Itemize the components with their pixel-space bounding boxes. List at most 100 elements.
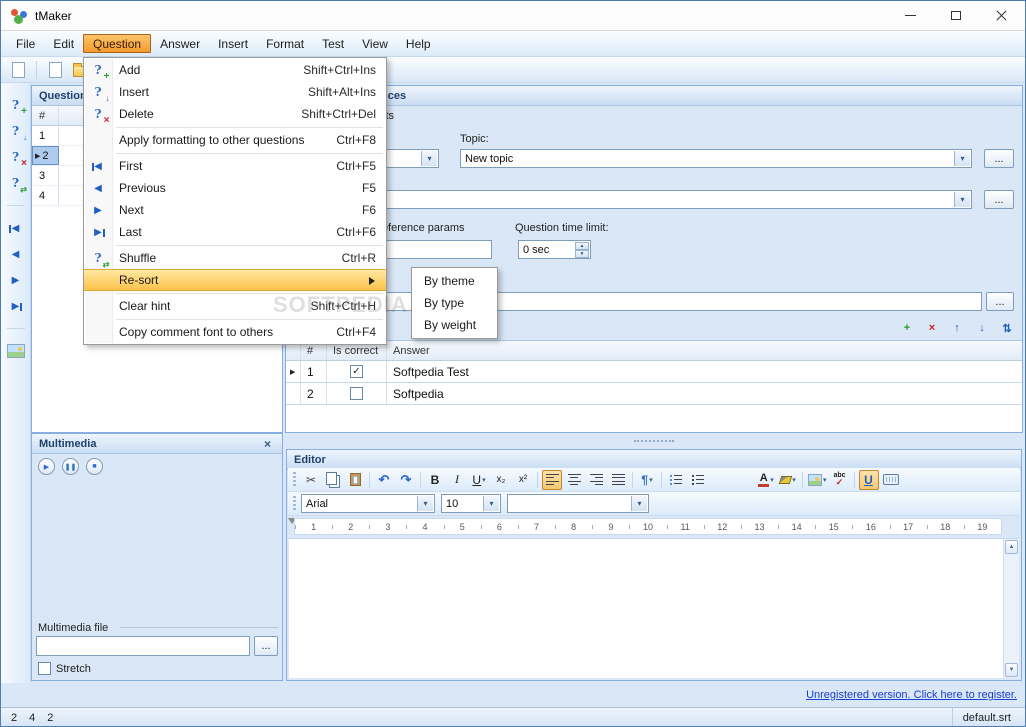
is-correct-checkbox[interactable] [350, 387, 363, 400]
chevron-down-icon[interactable]: ▾ [770, 476, 774, 484]
stop-button[interactable]: ■ [86, 458, 103, 475]
menu-item-apply-formatting[interactable]: Apply formatting to other questions Ctrl… [84, 129, 386, 151]
answer-row[interactable]: 2 Softpedia [286, 383, 1022, 405]
font-family-combo[interactable]: Arial ▾ [301, 494, 435, 513]
menu-format[interactable]: Format [257, 31, 313, 56]
topic-browse-button[interactable]: ... [984, 149, 1014, 168]
menu-help[interactable]: Help [397, 31, 440, 56]
submenu-item-by-theme[interactable]: By theme [412, 270, 497, 292]
answer-row[interactable]: ▶ 1 ✓ Softpedia Test [286, 361, 1022, 383]
multimedia-file-input[interactable] [36, 636, 250, 656]
move-answer-down-button[interactable]: ↓ [973, 319, 991, 337]
menu-edit[interactable]: Edit [44, 31, 83, 56]
insert-question-button[interactable] [6, 121, 26, 141]
close-panel-icon[interactable]: × [260, 437, 275, 451]
previous-question-button[interactable] [6, 244, 26, 264]
underline-toggle-button[interactable]: U [858, 469, 879, 490]
answer-text[interactable]: Softpedia [387, 383, 1022, 404]
minimize-button[interactable] [887, 1, 933, 30]
spell-check-button[interactable] [830, 470, 850, 490]
toolbar-grip[interactable] [293, 495, 296, 512]
menu-question[interactable]: Question [83, 34, 152, 53]
superscript-button[interactable]: x² [513, 470, 533, 490]
italic-button[interactable]: I [447, 470, 467, 490]
menu-insert[interactable]: Insert [209, 31, 257, 56]
chevron-down-icon[interactable]: ▾ [631, 496, 647, 511]
scroll-down-icon[interactable]: ▼ [1005, 663, 1018, 677]
menu-item-copy-comment-font[interactable]: Copy comment font to others Ctrl+F4 [84, 321, 386, 343]
submenu-item-by-type[interactable]: By type [412, 292, 497, 314]
editor-scrollbar[interactable]: ▲ ▼ [1003, 539, 1019, 678]
shuffle-questions-button[interactable] [6, 173, 26, 193]
chevron-down-icon[interactable]: ▾ [482, 476, 486, 484]
chevron-down-icon[interactable]: ▾ [421, 151, 437, 166]
cut-button[interactable]: ✂ [301, 470, 321, 490]
bold-button[interactable]: B [425, 470, 445, 490]
paragraph-marks-button[interactable]: ¶ ▾ [637, 470, 657, 490]
hint-input[interactable] [292, 292, 982, 311]
chevron-down-icon[interactable]: ▾ [954, 151, 970, 166]
undo-button[interactable]: ↶ [374, 470, 394, 490]
underline-button[interactable]: U ▾ [469, 470, 489, 490]
is-correct-checkbox[interactable]: ✓ [350, 365, 363, 378]
menu-item-first[interactable]: First Ctrl+F5 [84, 155, 386, 177]
menu-item-last[interactable]: Last Ctrl+F6 [84, 221, 386, 243]
paste-button[interactable] [345, 470, 365, 490]
menu-view[interactable]: View [353, 31, 397, 56]
hint-browse-button[interactable]: ... [986, 292, 1014, 311]
align-center-button[interactable] [564, 470, 584, 490]
insert-image-button[interactable]: ▾ [807, 470, 828, 490]
menu-item-delete[interactable]: Delete Shift+Ctrl+Del [84, 103, 386, 125]
next-question-button[interactable] [6, 270, 26, 290]
menu-item-clear-hint[interactable]: Clear hint Shift+Ctrl+H [84, 295, 386, 317]
delete-question-button[interactable] [6, 147, 26, 167]
menu-item-previous[interactable]: Previous F5 [84, 177, 386, 199]
chevron-down-icon[interactable]: ▾ [417, 496, 433, 511]
align-right-button[interactable] [586, 470, 606, 490]
sort-answers-button[interactable]: ⇅ [998, 319, 1016, 337]
delete-answer-button[interactable]: × [923, 319, 941, 337]
subscript-button[interactable]: x₂ [491, 470, 511, 490]
menu-item-add[interactable]: Add Shift+Ctrl+Ins [84, 59, 386, 81]
copy-button[interactable] [323, 470, 343, 490]
virtual-keyboard-button[interactable] [881, 470, 901, 490]
move-answer-up-button[interactable]: ↑ [948, 319, 966, 337]
font-size-combo[interactable]: 10 ▾ [441, 494, 501, 513]
submenu-item-by-weight[interactable]: By weight [412, 314, 497, 336]
spin-up-icon[interactable]: ▲ [575, 242, 589, 250]
chevron-down-icon[interactable]: ▾ [823, 476, 827, 484]
font-color-button[interactable]: A ▾ [756, 470, 776, 490]
register-link[interactable]: Unregistered version. Click here to regi… [806, 689, 1017, 701]
menu-item-resort[interactable]: Re-sort [84, 269, 386, 291]
new-file-button[interactable] [45, 60, 65, 80]
theme-browse-button[interactable]: ... [984, 190, 1014, 209]
menu-answer[interactable]: Answer [151, 31, 209, 56]
pause-button[interactable]: ❚❚ [62, 458, 79, 475]
first-question-button[interactable] [6, 218, 26, 238]
highlight-button[interactable]: ▾ [778, 470, 798, 490]
chevron-down-icon[interactable]: ▾ [649, 476, 653, 484]
time-limit-spinner[interactable]: 0 sec ▲ ▼ [518, 240, 591, 259]
bullet-list-button[interactable] [666, 470, 686, 490]
align-justify-button[interactable] [608, 470, 628, 490]
horizontal-splitter[interactable] [285, 435, 1023, 447]
toolbar-grip[interactable] [293, 471, 296, 488]
editor-text-area[interactable]: ▲ ▼ [289, 538, 1019, 678]
stretch-checkbox[interactable] [38, 662, 51, 675]
spin-down-icon[interactable]: ▼ [575, 250, 589, 258]
numbered-list-button[interactable] [688, 470, 708, 490]
menu-test[interactable]: Test [313, 31, 353, 56]
maximize-button[interactable] [933, 1, 979, 30]
menu-item-next[interactable]: Next F6 [84, 199, 386, 221]
align-left-button[interactable] [542, 469, 562, 490]
menu-item-insert[interactable]: Insert Shift+Alt+Ins [84, 81, 386, 103]
play-button[interactable]: ▶ [38, 458, 55, 475]
add-question-button[interactable] [6, 95, 26, 115]
menu-file[interactable]: File [7, 31, 44, 56]
last-question-button[interactable] [6, 296, 26, 316]
redo-button[interactable]: ↷ [396, 470, 416, 490]
new-test-button[interactable] [8, 60, 28, 80]
add-answer-button[interactable]: + [898, 319, 916, 337]
chevron-down-icon[interactable]: ▾ [483, 496, 499, 511]
font-style-combo[interactable]: ▾ [507, 494, 649, 513]
